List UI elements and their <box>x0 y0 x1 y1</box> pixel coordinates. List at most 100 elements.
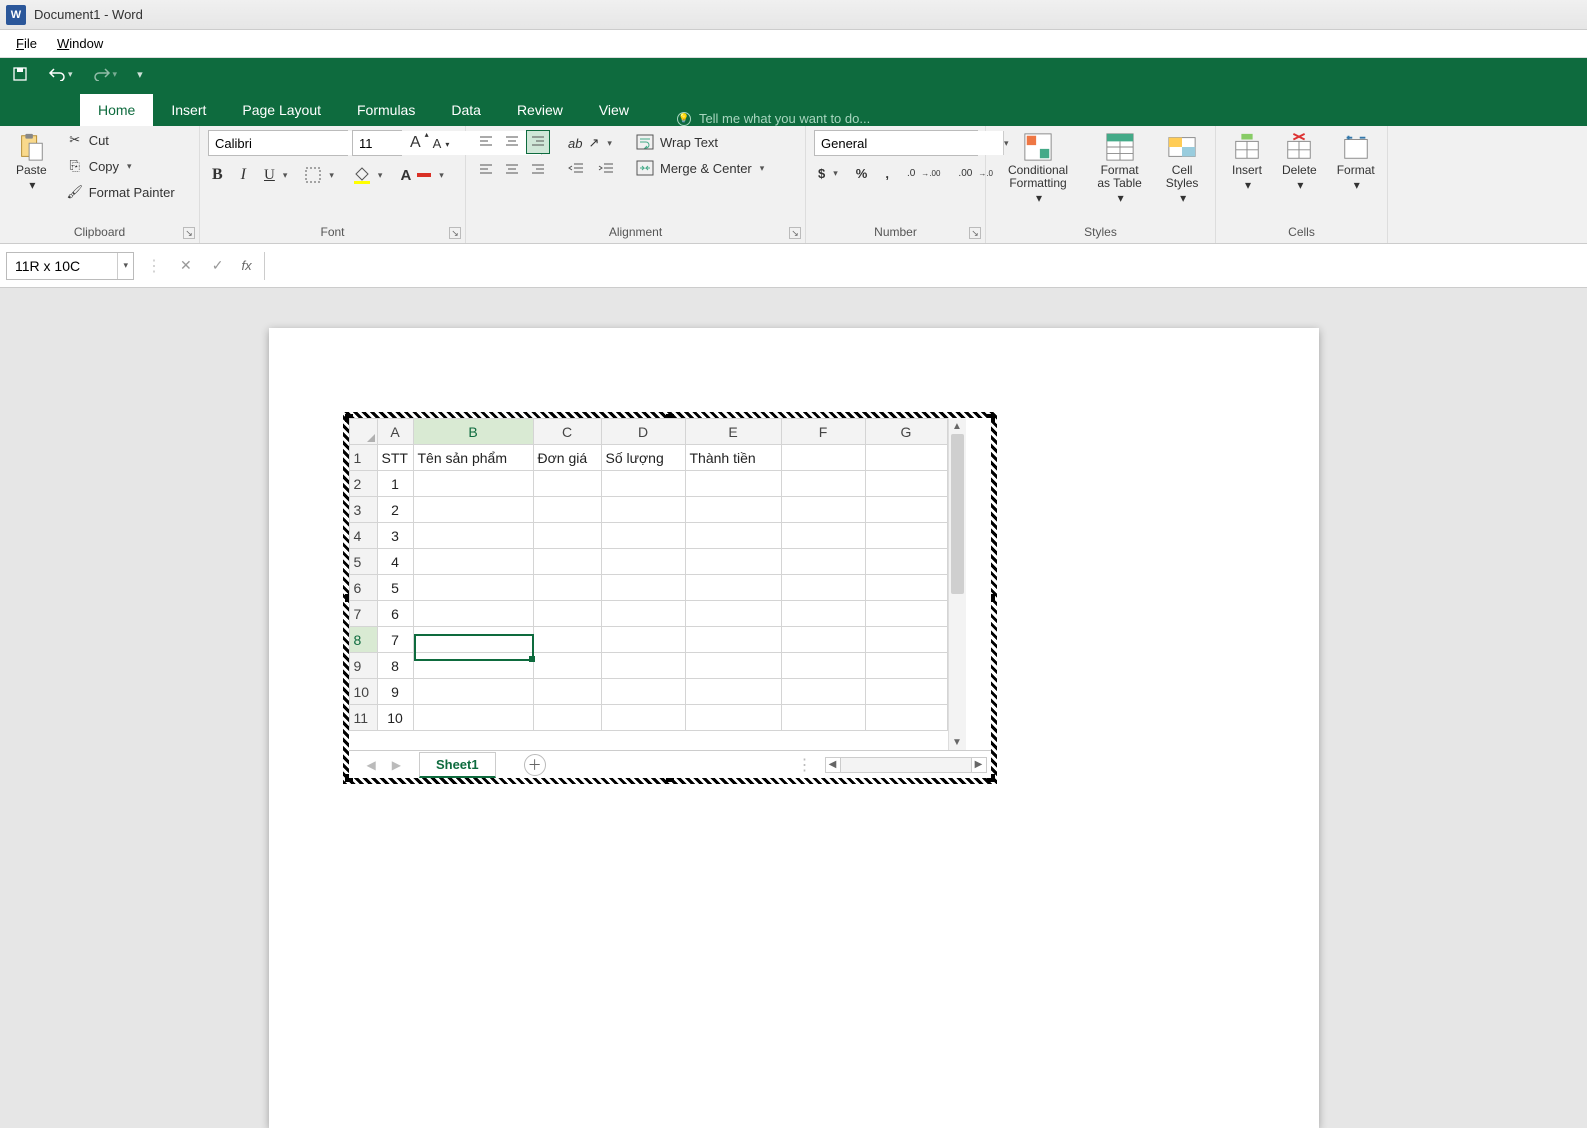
delete-cell-button[interactable]: Delete▾ <box>1274 130 1325 194</box>
cell-C11[interactable] <box>533 705 601 731</box>
align-bottom-right[interactable] <box>526 156 550 180</box>
merge-center-button[interactable]: Merge & Center▾ <box>632 158 768 178</box>
row-header-4[interactable]: 4 <box>349 523 377 549</box>
underline-button[interactable]: U▾ <box>260 165 291 186</box>
format-as-table-button[interactable]: Format as Table▾ <box>1086 130 1153 208</box>
qat-save-button[interactable] <box>12 66 28 82</box>
cell-B6[interactable] <box>413 575 533 601</box>
cell-E4[interactable] <box>685 523 781 549</box>
qat-undo-button[interactable]: ▾ <box>48 67 73 81</box>
add-sheet-button[interactable]: ＋ <box>524 754 546 776</box>
row-header-2[interactable]: 2 <box>349 471 377 497</box>
sheet-nav-prev[interactable]: ◀ <box>367 758 376 772</box>
cell-A11[interactable]: 10 <box>377 705 413 731</box>
alignment-launcher[interactable]: ↘ <box>789 227 801 239</box>
select-all-corner[interactable] <box>349 419 377 445</box>
cell-D8[interactable] <box>601 627 685 653</box>
tab-data[interactable]: Data <box>433 94 499 126</box>
cell-E2[interactable] <box>685 471 781 497</box>
align-top-left[interactable] <box>474 130 498 154</box>
cell-B11[interactable] <box>413 705 533 731</box>
vertical-scrollbar[interactable]: ▲ ▼ <box>948 418 966 750</box>
scroll-up-icon[interactable]: ▲ <box>949 418 966 434</box>
cell-B4[interactable] <box>413 523 533 549</box>
cell-A8[interactable]: 7 <box>377 627 413 653</box>
insert-cell-button[interactable]: Insert▾ <box>1224 130 1270 194</box>
cell-G1[interactable] <box>865 445 947 471</box>
format-painter-button[interactable]: 🖌Format Painter <box>63 182 179 202</box>
align-bottom-center[interactable] <box>500 156 524 180</box>
cell-D4[interactable] <box>601 523 685 549</box>
cell-E1[interactable]: Thành tiền <box>685 445 781 471</box>
cell-B5[interactable] <box>413 549 533 575</box>
qat-customize-button[interactable]: ▾ <box>137 68 143 81</box>
row-header-11[interactable]: 11 <box>349 705 377 731</box>
cell-G10[interactable] <box>865 679 947 705</box>
clipboard-launcher[interactable]: ↘ <box>183 227 195 239</box>
cell-C3[interactable] <box>533 497 601 523</box>
cell-D2[interactable] <box>601 471 685 497</box>
cell-F8[interactable] <box>781 627 865 653</box>
row-header-6[interactable]: 6 <box>349 575 377 601</box>
cell-E10[interactable] <box>685 679 781 705</box>
cell-G3[interactable] <box>865 497 947 523</box>
menu-window[interactable]: Window <box>47 32 113 55</box>
col-header-D[interactable]: D <box>601 419 685 445</box>
sheet-nav-next[interactable]: ▶ <box>392 758 401 772</box>
decrease-indent-button[interactable] <box>564 159 588 177</box>
cell-D9[interactable] <box>601 653 685 679</box>
cut-button[interactable]: ✂Cut <box>63 130 179 150</box>
cell-A9[interactable]: 8 <box>377 653 413 679</box>
currency-button[interactable]: $▾ <box>814 164 842 183</box>
col-header-C[interactable]: C <box>533 419 601 445</box>
row-header-7[interactable]: 7 <box>349 601 377 627</box>
borders-button[interactable]: ▾ <box>301 165 338 185</box>
cell-A7[interactable]: 6 <box>377 601 413 627</box>
cell-E6[interactable] <box>685 575 781 601</box>
cell-B10[interactable] <box>413 679 533 705</box>
font-launcher[interactable]: ↘ <box>449 227 461 239</box>
paste-button[interactable]: Paste▾ <box>8 130 55 194</box>
cell-F3[interactable] <box>781 497 865 523</box>
cell-D10[interactable] <box>601 679 685 705</box>
cell-D5[interactable] <box>601 549 685 575</box>
increase-font-button[interactable]: A▴ <box>406 132 425 154</box>
font-name-combo[interactable]: ▾ <box>208 130 348 156</box>
cell-C10[interactable] <box>533 679 601 705</box>
cell-B1[interactable]: Tên sản phẩm <box>413 445 533 471</box>
cell-C4[interactable] <box>533 523 601 549</box>
cell-G4[interactable] <box>865 523 947 549</box>
cell-F2[interactable] <box>781 471 865 497</box>
row-header-10[interactable]: 10 <box>349 679 377 705</box>
cell-C6[interactable] <box>533 575 601 601</box>
spreadsheet-grid[interactable]: A B C D E F G 1STTTên sản phẩmĐơn giáSố … <box>349 418 948 731</box>
sheet-footer-grip[interactable]: ⋮ <box>787 755 825 775</box>
row-header-9[interactable]: 9 <box>349 653 377 679</box>
increase-indent-button[interactable] <box>594 159 618 177</box>
cell-G8[interactable] <box>865 627 947 653</box>
cell-A2[interactable]: 1 <box>377 471 413 497</box>
increase-decimal-button[interactable]: .0→.00 <box>903 166 944 181</box>
cell-G11[interactable] <box>865 705 947 731</box>
scroll-right-icon[interactable]: ▶ <box>971 757 987 773</box>
tell-me-search[interactable]: 💡 Tell me what you want to do... <box>677 111 870 126</box>
cell-B9[interactable] <box>413 653 533 679</box>
cell-G7[interactable] <box>865 601 947 627</box>
cell-E5[interactable] <box>685 549 781 575</box>
conditional-formatting-button[interactable]: Conditional Formatting▾ <box>994 130 1082 208</box>
cell-B8[interactable] <box>413 627 533 653</box>
cell-A4[interactable]: 3 <box>377 523 413 549</box>
menu-file[interactable]: File <box>6 32 47 55</box>
italic-button[interactable]: I <box>237 164 250 186</box>
formula-input[interactable] <box>264 252 1581 280</box>
decrease-font-button[interactable]: A▾ <box>429 134 446 153</box>
tab-page-layout[interactable]: Page Layout <box>224 94 339 126</box>
percent-button[interactable]: % <box>852 164 872 183</box>
cell-B2[interactable] <box>413 471 533 497</box>
cell-F9[interactable] <box>781 653 865 679</box>
scroll-left-icon[interactable]: ◀ <box>825 757 841 773</box>
cell-G5[interactable] <box>865 549 947 575</box>
align-top-right[interactable] <box>526 130 550 154</box>
cell-E8[interactable] <box>685 627 781 653</box>
row-header-1[interactable]: 1 <box>349 445 377 471</box>
